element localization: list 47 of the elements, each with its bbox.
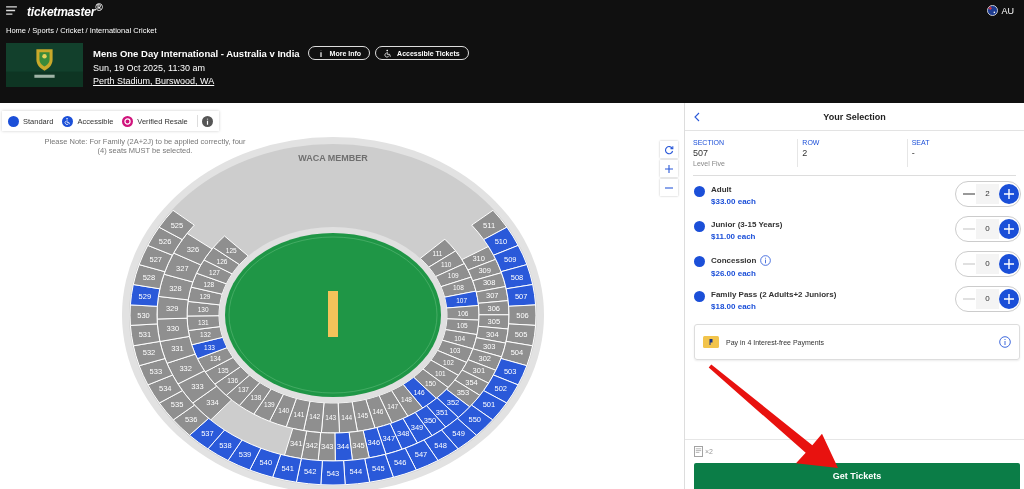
menu-icon[interactable] <box>6 6 17 15</box>
ticket-type: Concession <box>711 256 757 265</box>
plus-icon <box>1003 223 1015 235</box>
ticket-price: $18.00 each <box>711 302 757 311</box>
ticket-type: Adult <box>711 185 732 194</box>
minus-icon <box>963 193 975 195</box>
field-value: - <box>911 148 916 158</box>
ticket-dot-icon <box>694 221 705 232</box>
logo[interactable]: ticketmaster$^{®}$ <box>27 2 103 19</box>
venue-link[interactable]: Perth Stadium, Burswood, WA <box>93 76 469 86</box>
ticket-dot-icon <box>694 291 705 302</box>
field-value: 2 <box>802 148 809 158</box>
increase-button[interactable] <box>999 289 1019 309</box>
get-tickets-button[interactable]: Get Tickets <box>694 463 1020 489</box>
ticket-type: Junior (3-15 Years) <box>711 220 783 229</box>
flag-icon[interactable] <box>987 5 999 16</box>
increase-button[interactable] <box>999 254 1019 274</box>
refresh-icon <box>664 144 674 155</box>
increase-button[interactable] <box>999 219 1019 239</box>
field-value: 507 <box>693 148 710 158</box>
plus-icon <box>1003 188 1015 200</box>
wheelchair-icon <box>384 48 393 58</box>
info-icon[interactable] <box>201 115 213 127</box>
reset-view-button[interactable] <box>660 141 678 158</box>
increase-button[interactable] <box>999 184 1019 204</box>
panel-title: Your Selection <box>822 111 887 122</box>
plus-icon <box>1003 293 1015 305</box>
ticket-price: $26.00 each <box>711 269 757 278</box>
quantity-value: 2 <box>976 184 999 204</box>
ticket-icon <box>694 446 703 457</box>
ticket-type: Family Pass (2 Adults+2 Juniors) <box>711 290 837 299</box>
ticket-price: $11.00 each <box>711 232 757 241</box>
plus-icon <box>664 163 674 174</box>
quantity-value: 0 <box>976 219 999 239</box>
ticket-dot-icon <box>694 256 705 267</box>
back-icon[interactable] <box>694 111 700 122</box>
region-label[interactable]: AU <box>1001 5 1014 16</box>
quantity-value: 0 <box>976 254 999 274</box>
member-area-label: WACA MEMBER <box>298 153 368 163</box>
info-icon[interactable] <box>999 336 1011 348</box>
event-date: Sun, 19 Oct 2025, 11:30 am <box>93 63 206 73</box>
quantity-value: 0 <box>976 289 999 309</box>
plus-icon <box>1003 258 1015 270</box>
ticket-price: $33.00 each <box>711 197 757 206</box>
event-title: Mens One Day International - Australia v India <box>93 47 300 59</box>
wallet-icon <box>703 336 719 348</box>
ticket-dot-icon <box>694 186 705 197</box>
